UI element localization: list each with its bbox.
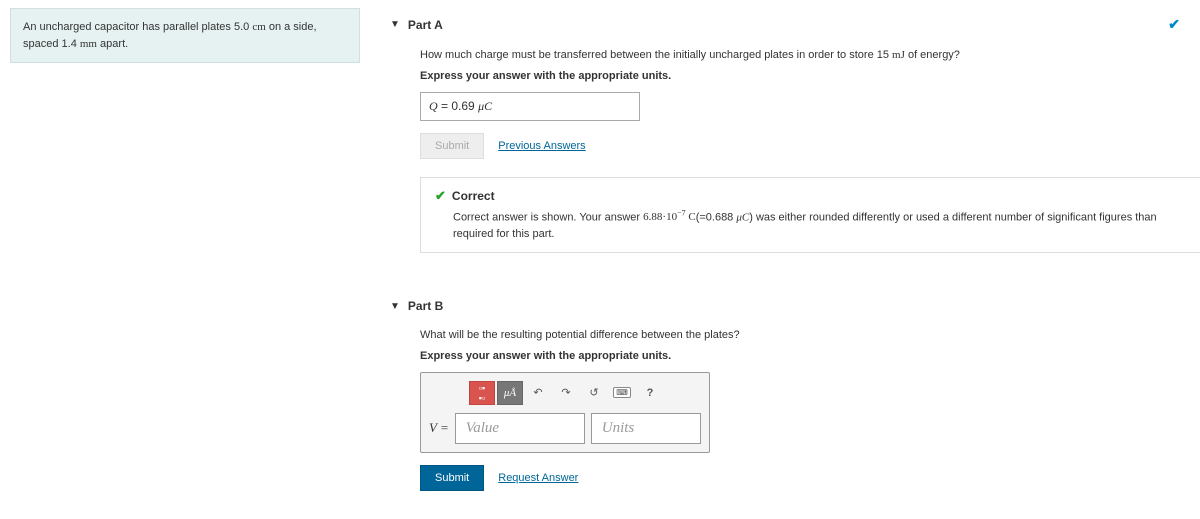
redo-button[interactable]: ↷ <box>553 381 579 405</box>
part-a-body: How much charge must be transferred betw… <box>390 41 1200 283</box>
part-a-question: How much charge must be transferred betw… <box>420 47 1200 64</box>
problem-panel: An uncharged capacitor has parallel plat… <box>0 0 370 519</box>
part-a-answer-display: Q = 0.69 μC <box>420 92 640 121</box>
units-input[interactable]: Units <box>591 413 701 444</box>
feedback-box: ✔ Correct Correct answer is shown. Your … <box>420 177 1200 254</box>
part-b-header[interactable]: ▼ Part B <box>390 291 1200 321</box>
var-label: V = <box>429 420 449 436</box>
previous-answers-link[interactable]: Previous Answers <box>498 140 585 152</box>
templates-button[interactable]: ▫▪▪▫ <box>469 381 495 405</box>
part-b-question: What will be the resulting potential dif… <box>420 327 1200 344</box>
part-b-body: What will be the resulting potential dif… <box>390 321 1200 519</box>
check-icon: ✔ <box>435 188 446 204</box>
feedback-title: Correct <box>452 189 495 203</box>
submit-button[interactable]: Submit <box>420 465 484 491</box>
caret-down-icon: ▼ <box>390 19 400 30</box>
undo-button[interactable]: ↶ <box>525 381 551 405</box>
check-icon: ✔ <box>1168 16 1180 33</box>
answer-var-label: Q <box>429 99 438 113</box>
part-b-title: Part B <box>408 299 443 313</box>
request-answer-link[interactable]: Request Answer <box>498 472 578 484</box>
part-a-title: Part A <box>408 18 443 32</box>
answer-input-widget: ▫▪▪▫ μÅ ↶ ↷ ↺ ⌨ ? V = Value Units <box>420 372 710 453</box>
feedback-header: ✔ Correct <box>435 188 1186 204</box>
part-b-instruction: Express your answer with the appropriate… <box>420 350 1200 362</box>
answer-panel: ▼ Part A ✔ How much charge must be trans… <box>370 0 1200 519</box>
part-a-header[interactable]: ▼ Part A ✔ <box>390 8 1200 41</box>
value-input[interactable]: Value <box>455 413 585 444</box>
part-a-buttons: Submit Previous Answers <box>420 133 1200 159</box>
answer-value: 0.69 <box>451 99 474 113</box>
input-row: V = Value Units <box>429 413 701 444</box>
part-b-buttons: Submit Request Answer <box>420 465 1200 491</box>
part-a-instruction: Express your answer with the appropriate… <box>420 70 1200 82</box>
help-button[interactable]: ? <box>637 381 663 405</box>
reset-button[interactable]: ↺ <box>581 381 607 405</box>
submit-button-disabled: Submit <box>420 133 484 159</box>
answer-unit: μC <box>478 99 492 113</box>
problem-statement: An uncharged capacitor has parallel plat… <box>10 8 360 63</box>
keyboard-button[interactable]: ⌨ <box>609 381 635 405</box>
input-toolbar: ▫▪▪▫ μÅ ↶ ↷ ↺ ⌨ ? <box>429 381 701 405</box>
caret-down-icon: ▼ <box>390 301 400 312</box>
feedback-text: Correct answer is shown. Your answer 6.8… <box>435 208 1186 243</box>
units-button[interactable]: μÅ <box>497 381 523 405</box>
